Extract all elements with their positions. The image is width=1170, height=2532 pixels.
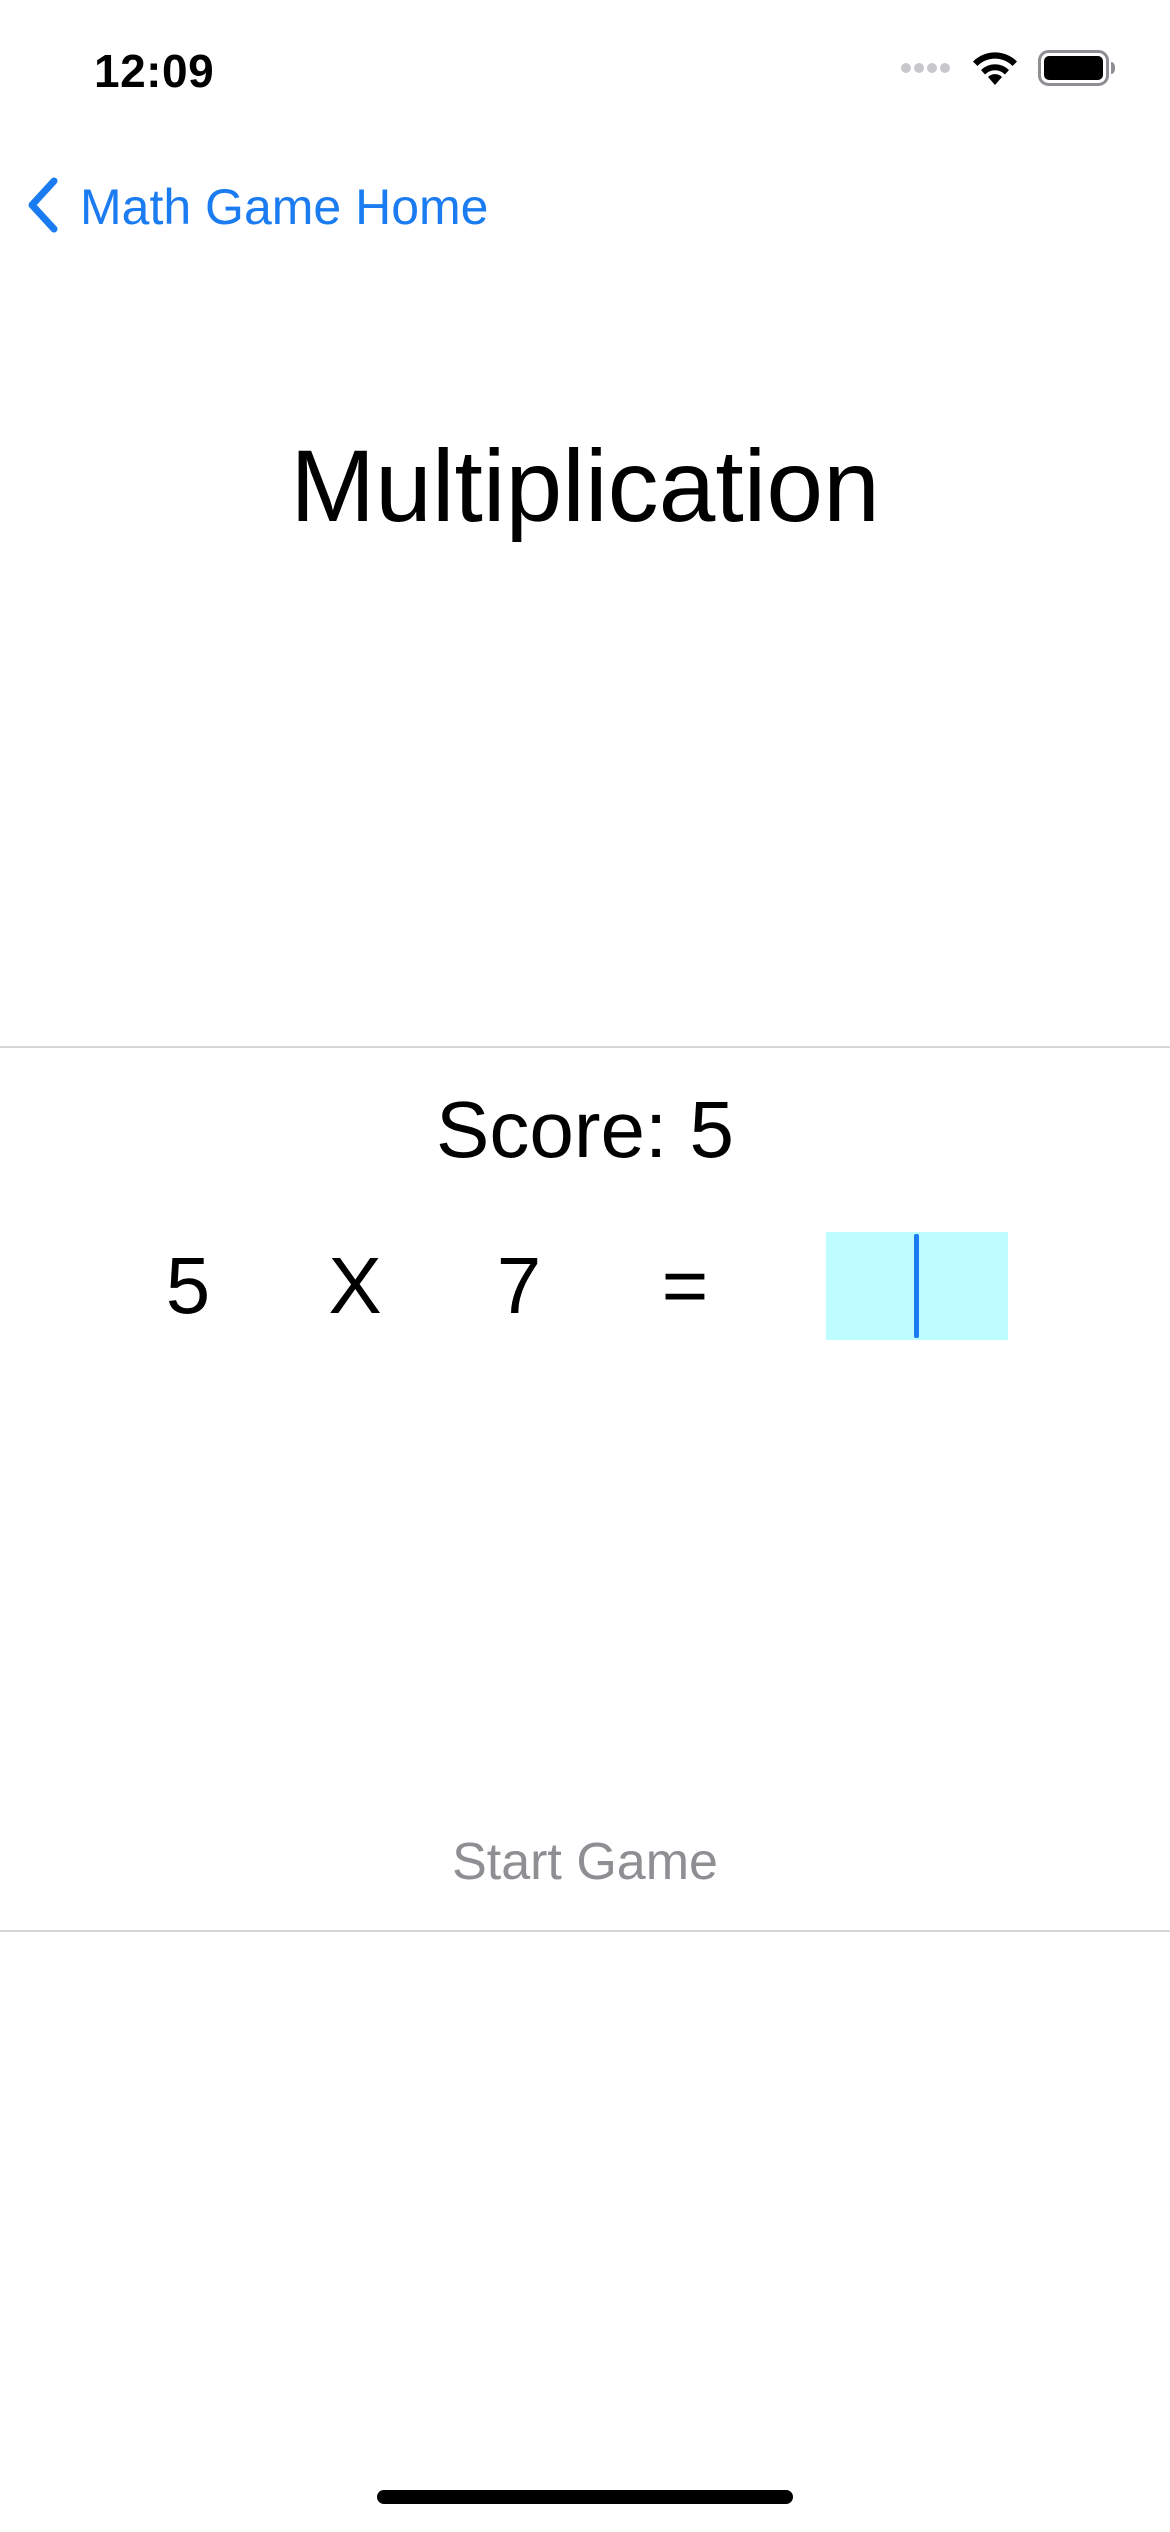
- start-game-button[interactable]: Start Game: [0, 1832, 1170, 1892]
- cellular-signal-icon: [900, 60, 952, 81]
- divider-top: [0, 1046, 1170, 1048]
- operand-a: 5: [165, 1241, 211, 1330]
- divider-bottom: [0, 1930, 1170, 1932]
- status-icons: [900, 49, 1116, 92]
- text-caret: [914, 1234, 919, 1338]
- equals-sign: =: [661, 1241, 709, 1330]
- page-title: Multiplication: [290, 429, 880, 543]
- operand-b: 7: [496, 1241, 542, 1330]
- score-label: Score: 5: [436, 1085, 734, 1174]
- operator-sign: X: [328, 1241, 382, 1330]
- back-button-label: Math Game Home: [80, 179, 489, 235]
- wifi-icon: [970, 49, 1020, 92]
- back-button[interactable]: Math Game Home: [22, 172, 488, 242]
- status-bar: 12:09: [0, 0, 1170, 140]
- chevron-left-icon: [22, 175, 62, 240]
- home-indicator[interactable]: [377, 2490, 793, 2504]
- answer-input[interactable]: [826, 1232, 1008, 1340]
- status-time: 12:09: [94, 45, 215, 97]
- battery-icon: [1038, 49, 1116, 92]
